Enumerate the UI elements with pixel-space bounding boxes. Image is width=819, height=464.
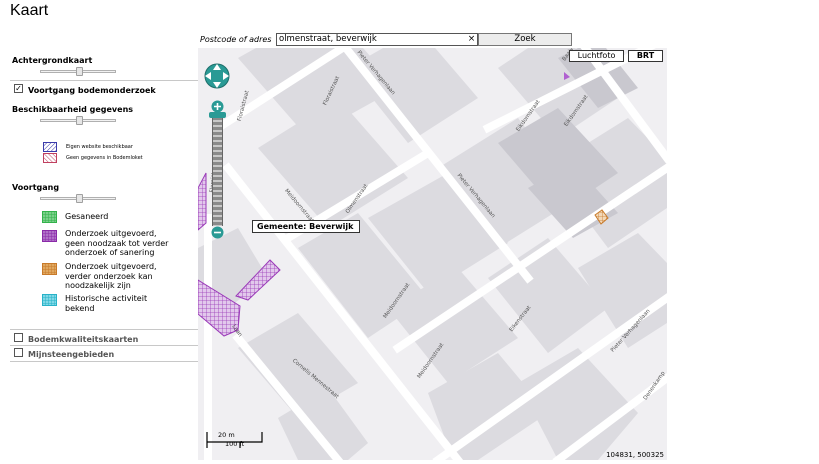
gesaneerd-swatch	[42, 211, 57, 223]
legend-line: verder onderzoek kan	[65, 271, 153, 281]
divider	[10, 329, 198, 330]
mijnsteen-checkbox[interactable]	[14, 348, 23, 357]
gesaneerd-label: Gesaneerd	[65, 212, 108, 222]
clear-search-button[interactable]: ×	[466, 33, 477, 46]
geen-gegevens-label: Geen gegevens in Bodemloket	[66, 155, 143, 161]
bodemkwaliteit-label[interactable]: Bodemkwaliteitskaarten	[28, 335, 138, 344]
brt-button[interactable]: BRT	[628, 50, 663, 62]
divider	[10, 345, 198, 346]
zoom-out-icon[interactable]	[211, 226, 224, 239]
voortgang-slider[interactable]	[40, 194, 116, 203]
luchtfoto-button[interactable]: Luchtfoto	[569, 50, 624, 62]
divider	[10, 80, 198, 81]
bodemkwaliteit-checkbox[interactable]	[14, 333, 23, 342]
map-tiles	[198, 48, 667, 460]
achtergrondkaart-slider[interactable]	[40, 67, 116, 76]
voortgang-bodem-checkbox[interactable]: ✓	[14, 84, 23, 93]
legend-line: Onderzoek uitgevoerd,	[65, 262, 157, 271]
municipality-label: Gemeente: Beverwijk	[252, 220, 360, 233]
eigen-website-swatch	[43, 142, 57, 152]
voortgang-bodem-label: Voortgang bodemonderzoek	[28, 86, 156, 95]
pan-icon[interactable]	[203, 62, 231, 90]
beschikbaarheid-slider[interactable]	[40, 116, 116, 125]
coordinate-readout: 104831, 500325	[606, 451, 664, 459]
legend-line: geen noodzaak tot verder	[65, 238, 169, 248]
map-view[interactable]: Floraistraat Floraistraat Pieter Verhage…	[198, 48, 667, 460]
legend-line: noodzakelijk zijn	[65, 281, 131, 290]
geen-gegevens-swatch	[43, 153, 57, 163]
search-input[interactable]: olmenstraat, beverwijk	[276, 33, 478, 46]
onderzoek-verder-label: Onderzoek uitgevoerd, verder onderzoek k…	[65, 262, 157, 291]
beschikbaarheid-label: Beschikbaarheid gegevens	[12, 105, 134, 114]
achtergrondkaart-label: Achtergrondkaart	[12, 56, 93, 65]
scale-feet: 100 ft	[225, 440, 245, 448]
slider-thumb[interactable]	[76, 194, 83, 203]
onderzoek-geen-noodzaak-label: Onderzoek uitgevoerd, geen noodzaak tot …	[65, 229, 168, 258]
eigen-website-label: Eigen website beschikbaar	[66, 144, 133, 150]
scale-meters: 20 m	[218, 431, 235, 439]
legend-line: onderzoek of sanering	[65, 248, 155, 257]
page-title: Kaart	[10, 2, 49, 19]
legend-line: Gesaneerd	[65, 212, 109, 221]
slider-thumb[interactable]	[76, 116, 83, 125]
historische-activiteit-swatch	[42, 294, 57, 306]
search-caption: Postcode of adres	[200, 35, 272, 44]
onderzoek-geen-noodzaak-swatch	[42, 230, 57, 242]
voortgang-label: Voortgang	[12, 183, 60, 192]
slider-thumb[interactable]	[76, 67, 83, 76]
onderzoek-verder-swatch	[42, 263, 57, 275]
zoom-slider-track[interactable]	[212, 112, 223, 226]
mijnsteen-label[interactable]: Mijnsteengebieden	[28, 350, 114, 359]
zoom-slider-thumb[interactable]	[209, 112, 226, 118]
legend-line: Onderzoek uitgevoerd,	[65, 229, 157, 238]
search-button[interactable]: Zoek	[478, 33, 572, 46]
divider	[10, 361, 198, 362]
legend-line: bekend	[65, 303, 95, 313]
legend-line: Historische activiteit	[65, 294, 148, 303]
historische-activiteit-label: Historische activiteit bekend	[65, 294, 147, 313]
